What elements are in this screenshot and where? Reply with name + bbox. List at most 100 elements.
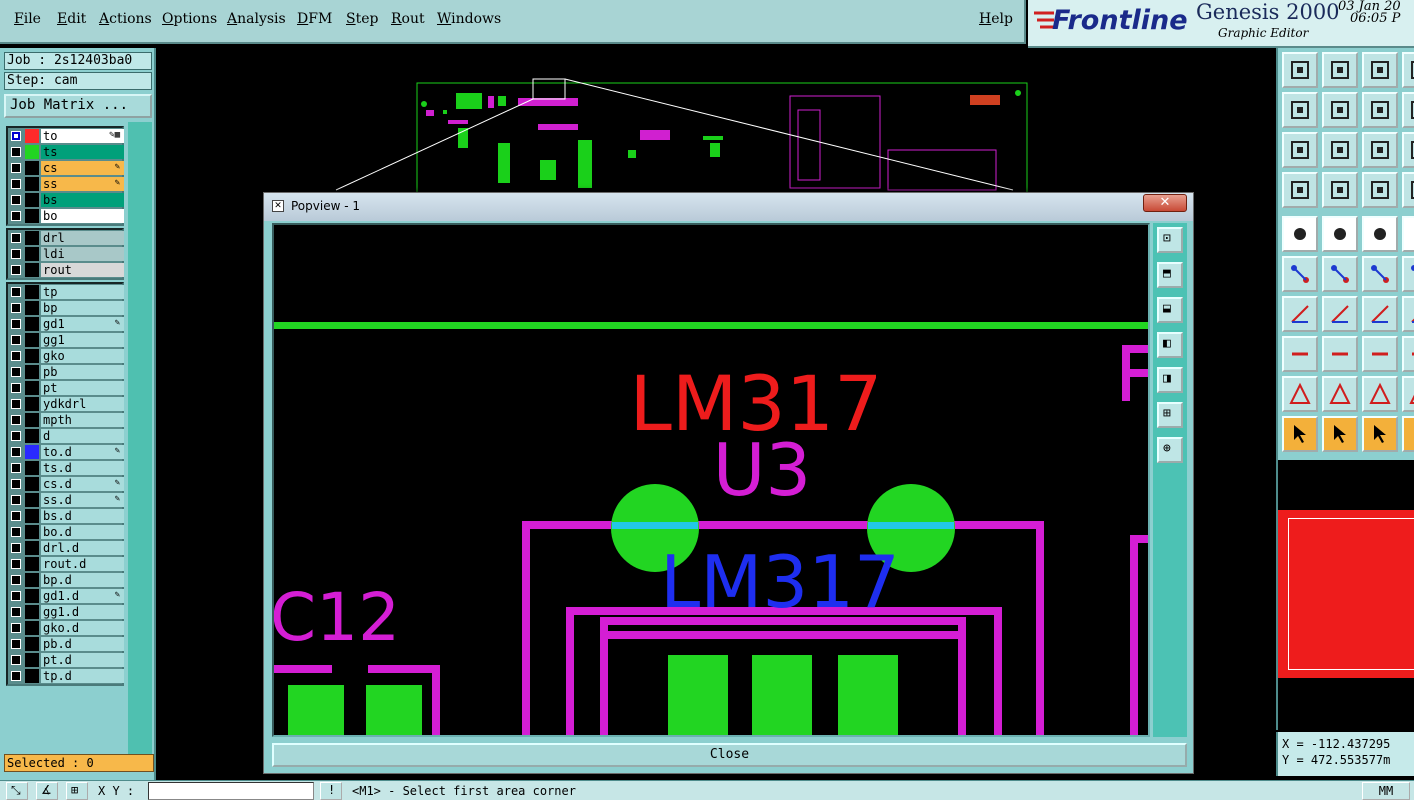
- layer-name[interactable]: ss: [41, 177, 124, 191]
- layer-checkbox[interactable]: [11, 195, 21, 205]
- layer-row-ts-d[interactable]: ts.d: [8, 460, 124, 476]
- layer-name[interactable]: tp.d: [41, 669, 124, 683]
- layer-name[interactable]: gko.d: [41, 621, 124, 635]
- tool-button-pan-right[interactable]: [1322, 92, 1358, 128]
- layer-name[interactable]: cs.d: [41, 477, 124, 491]
- menu-file[interactable]: File: [14, 11, 41, 27]
- layer-checkbox[interactable]: [11, 527, 21, 537]
- layer-color-swatch[interactable]: [25, 669, 39, 683]
- layer-name[interactable]: cs: [41, 161, 124, 175]
- layer-checkbox[interactable]: [11, 511, 21, 521]
- layer-checkbox[interactable]: [11, 447, 21, 457]
- layer-checkbox[interactable]: [11, 591, 21, 601]
- layer-name[interactable]: gg1: [41, 333, 124, 347]
- layer-color-swatch[interactable]: [25, 605, 39, 619]
- layer-checkbox[interactable]: [11, 249, 21, 259]
- layer-row-drl[interactable]: drl: [8, 230, 124, 246]
- tool-button-zoom-center[interactable]: [1322, 132, 1358, 168]
- layer-color-swatch[interactable]: [25, 621, 39, 635]
- tool-button-pointer-box[interactable]: [1322, 416, 1358, 452]
- layer-row-tp-d[interactable]: tp.d: [8, 668, 124, 684]
- layer-color-swatch[interactable]: [25, 317, 39, 331]
- tool-button-snap[interactable]: [1322, 172, 1358, 208]
- tool-button-trace[interactable]: [1322, 336, 1358, 372]
- layer-row-bp[interactable]: bp: [8, 300, 124, 316]
- layer-checkbox[interactable]: [11, 211, 21, 221]
- layer-color-swatch[interactable]: [25, 263, 39, 277]
- tool-button-pad-add[interactable]: [1282, 336, 1318, 372]
- layer-color-swatch[interactable]: [25, 231, 39, 245]
- layer-row-drl-d[interactable]: drl.d: [8, 540, 124, 556]
- layer-checkbox[interactable]: [11, 671, 21, 681]
- layer-name[interactable]: to.d: [41, 445, 124, 459]
- layer-checkbox[interactable]: [11, 415, 21, 425]
- layer-color-swatch[interactable]: [25, 145, 39, 159]
- layer-name[interactable]: drl.d: [41, 541, 124, 555]
- layer-color-swatch[interactable]: [25, 557, 39, 571]
- layer-checkbox[interactable]: [11, 399, 21, 409]
- layer-color-swatch[interactable]: [25, 461, 39, 475]
- layer-checkbox[interactable]: [11, 559, 21, 569]
- layer-checkbox[interactable]: [11, 335, 21, 345]
- layer-color-swatch[interactable]: [25, 525, 39, 539]
- layer-checkbox[interactable]: [11, 287, 21, 297]
- tool-button-measure[interactable]: [1282, 172, 1318, 208]
- job-matrix-button[interactable]: Job Matrix ...: [4, 94, 152, 118]
- layer-color-swatch[interactable]: [25, 247, 39, 261]
- message-alert-button[interactable]: !: [320, 782, 342, 800]
- layer-scrollbar[interactable]: [128, 122, 152, 762]
- tool-button-zoom-save[interactable]: [1322, 52, 1358, 88]
- layer-row-mpth[interactable]: mpth: [8, 412, 124, 428]
- layer-checkbox[interactable]: [11, 163, 21, 173]
- tool-button-pointer[interactable]: [1282, 416, 1318, 452]
- tool-button-move-pad[interactable]: [1362, 256, 1398, 292]
- menu-options[interactable]: Options: [162, 11, 217, 27]
- layer-name[interactable]: pb: [41, 365, 124, 379]
- layer-row-cs[interactable]: cs ✎: [8, 160, 124, 176]
- tool-button-partial[interactable]: [1402, 376, 1414, 412]
- layer-name[interactable]: ts: [41, 145, 124, 159]
- layer-color-swatch[interactable]: [25, 381, 39, 395]
- layer-checkbox[interactable]: [11, 303, 21, 313]
- zoom-home-button[interactable]: ⬒: [1157, 262, 1183, 288]
- layer-checkbox[interactable]: [11, 543, 21, 553]
- tool-button-partial[interactable]: [1402, 256, 1414, 292]
- menu-dfm[interactable]: DFM: [297, 11, 332, 27]
- tool-button-cross[interactable]: [1322, 256, 1358, 292]
- tool-button-ruler-partial[interactable]: [1402, 216, 1414, 252]
- tool-button-triangle[interactable]: [1282, 376, 1318, 412]
- tool-button-layers[interactable]: [1362, 172, 1398, 208]
- tool-button-select-point[interactable]: [1282, 216, 1318, 252]
- tool-button-partial[interactable]: [1402, 296, 1414, 332]
- layer-color-swatch[interactable]: [25, 493, 39, 507]
- layer-color-swatch[interactable]: [25, 541, 39, 555]
- menu-step[interactable]: Step: [346, 11, 378, 27]
- tool-button-pan-reset[interactable]: [1362, 92, 1398, 128]
- layer-row-bp-d[interactable]: bp.d: [8, 572, 124, 588]
- layer-name[interactable]: bs.d: [41, 509, 124, 523]
- layer-checkbox[interactable]: [11, 463, 21, 473]
- layer-checkbox[interactable]: [11, 575, 21, 585]
- menu-actions[interactable]: Actions: [99, 11, 152, 27]
- layer-row-ldi[interactable]: ldi: [8, 246, 124, 262]
- popview-titlebar[interactable]: ✕ Popview - 1 ✕: [264, 193, 1193, 221]
- layer-color-swatch[interactable]: [25, 429, 39, 443]
- layer-row-ts[interactable]: ts: [8, 144, 124, 160]
- layer-row-bo[interactable]: bo: [8, 208, 124, 224]
- layer-name[interactable]: pt: [41, 381, 124, 395]
- layer-row-tp[interactable]: tp: [8, 284, 124, 300]
- layer-checkbox[interactable]: [11, 495, 21, 505]
- layer-color-swatch[interactable]: [25, 589, 39, 603]
- layer-row-to[interactable]: to ✎▦: [8, 128, 124, 144]
- layer-color-swatch[interactable]: [25, 285, 39, 299]
- layer-row-bs[interactable]: bs: [8, 192, 124, 208]
- tool-button-zoom-home[interactable]: [1282, 52, 1318, 88]
- layer-checkbox[interactable]: [11, 367, 21, 377]
- layer-checkbox[interactable]: [11, 639, 21, 649]
- menu-edit[interactable]: Edit: [57, 11, 86, 27]
- layer-color-swatch[interactable]: [25, 445, 39, 459]
- layer-row-pb-d[interactable]: pb.d: [8, 636, 124, 652]
- layer-row-gg1-d[interactable]: gg1.d: [8, 604, 124, 620]
- menu-help[interactable]: Help: [979, 11, 1013, 27]
- layer-row-gd1-d[interactable]: gd1.d ✎: [8, 588, 124, 604]
